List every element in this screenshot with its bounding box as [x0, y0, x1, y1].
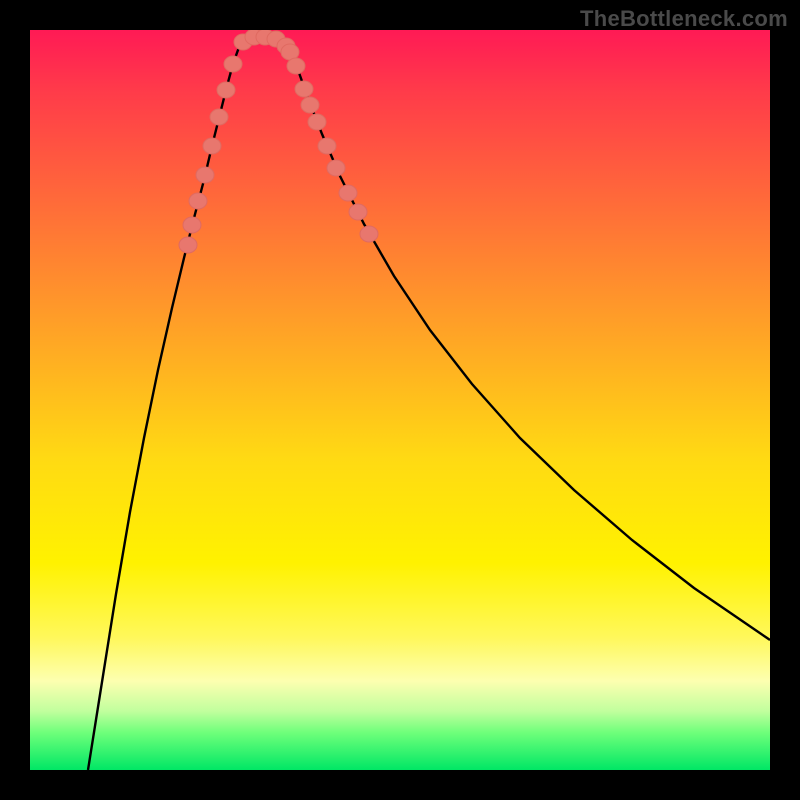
bottleneck-curve-plot — [30, 30, 770, 770]
sample-marker — [349, 204, 367, 220]
sample-marker — [183, 217, 201, 233]
sample-marker — [360, 226, 378, 242]
curve-right — [284, 40, 770, 640]
watermark-text: TheBottleneck.com — [580, 6, 788, 32]
sample-marker — [308, 114, 326, 130]
sample-marker — [224, 56, 242, 72]
chart-frame — [30, 30, 770, 770]
sample-marker — [327, 160, 345, 176]
sample-marker — [339, 185, 357, 201]
sample-markers — [179, 30, 378, 253]
sample-marker — [203, 138, 221, 154]
sample-marker — [210, 109, 228, 125]
sample-marker — [318, 138, 336, 154]
sample-marker — [179, 237, 197, 253]
sample-marker — [196, 167, 214, 183]
sample-marker — [189, 193, 207, 209]
sample-marker — [217, 82, 235, 98]
sample-marker — [287, 58, 305, 74]
sample-marker — [301, 97, 319, 113]
sample-marker — [295, 81, 313, 97]
